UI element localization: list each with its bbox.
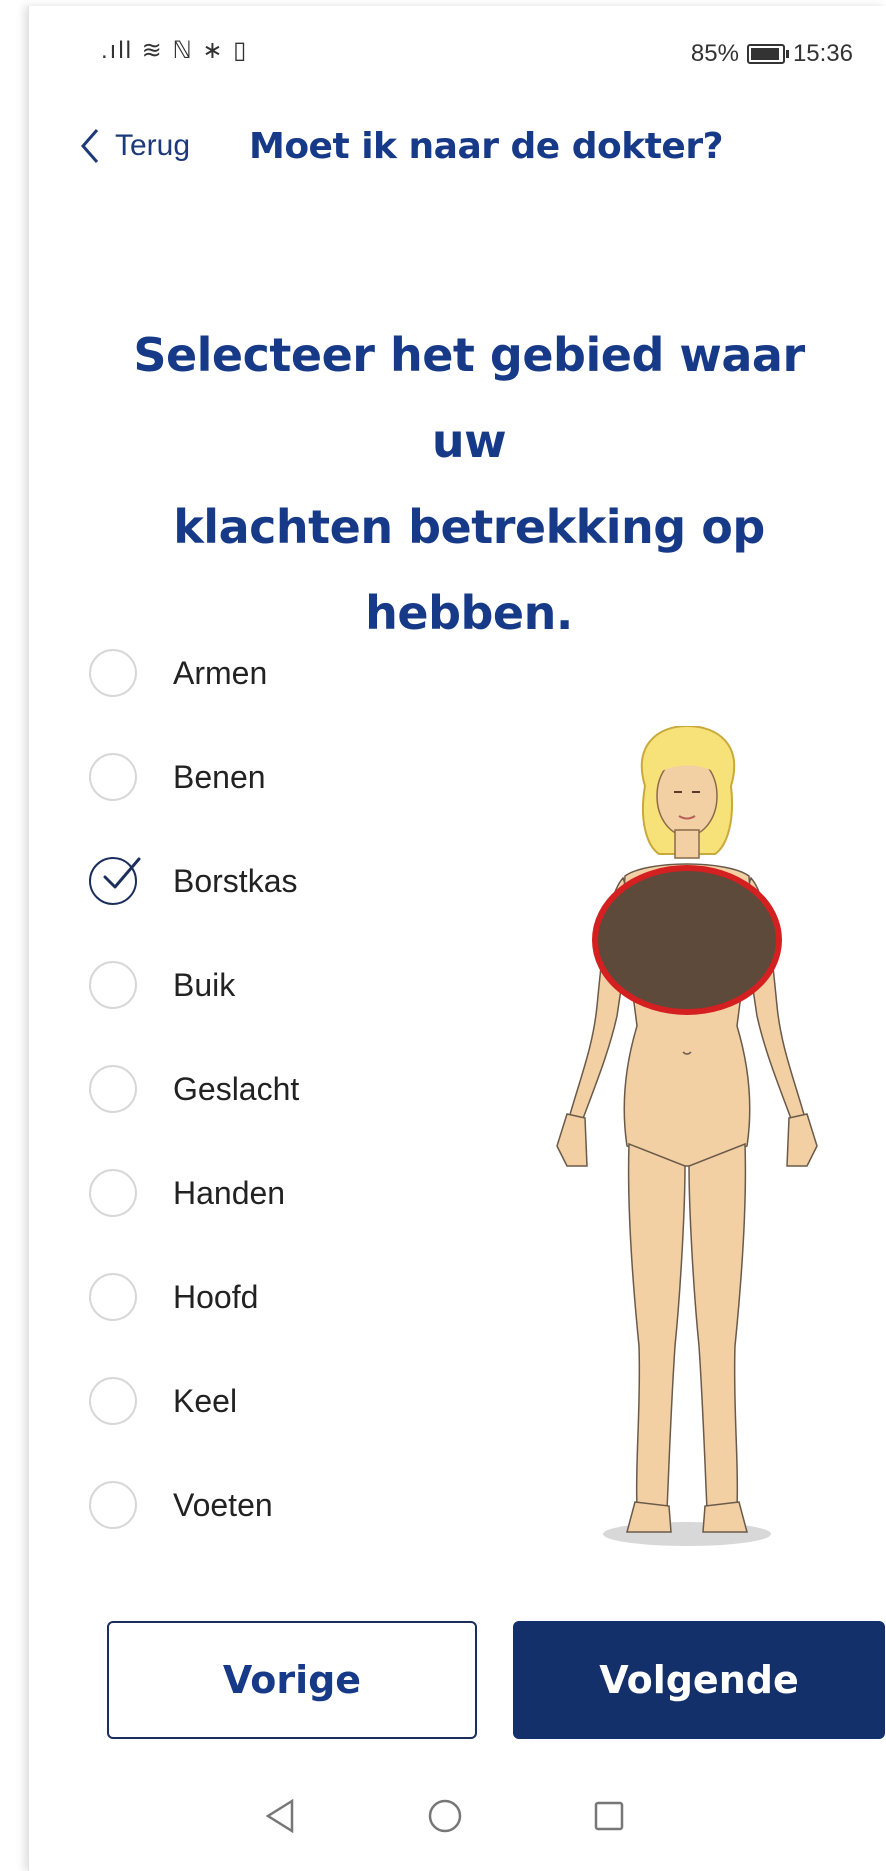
option-hoofd[interactable]: Hoofd	[89, 1245, 449, 1349]
left-foot	[626, 1501, 672, 1533]
option-label: Keel	[173, 1382, 238, 1419]
radio-button[interactable]	[89, 1065, 137, 1113]
option-label: Benen	[173, 758, 266, 795]
right-leg	[688, 1142, 747, 1511]
next-button[interactable]: Volgende	[513, 1621, 885, 1739]
option-label: Voeten	[173, 1486, 273, 1523]
triangle-back-icon[interactable]	[264, 1798, 296, 1834]
option-armen[interactable]: Armen	[89, 621, 449, 725]
radio-button-checked[interactable]	[89, 857, 141, 905]
left-leg	[627, 1142, 686, 1511]
square-recents-icon[interactable]	[593, 1800, 625, 1832]
body-figure[interactable]	[537, 726, 837, 1556]
radio-button[interactable]	[89, 649, 137, 697]
option-geslacht[interactable]: Geslacht	[89, 1037, 449, 1141]
option-label: Buik	[173, 966, 236, 1003]
question-heading: Selecteer het gebied waar uw klachten be…	[89, 312, 849, 656]
question-line-1: Selecteer het gebied waar uw	[133, 328, 805, 468]
circle-home-icon[interactable]	[427, 1798, 463, 1834]
clock: 15:36	[792, 40, 853, 67]
option-keel[interactable]: Keel	[89, 1349, 449, 1453]
option-label: Borstkas	[173, 862, 298, 899]
checkmark-icon	[103, 857, 141, 889]
status-right: 85% 15:36	[691, 40, 853, 68]
question-line-2: klachten betrekking op	[173, 500, 765, 554]
battery-icon	[746, 44, 789, 64]
option-label: Handen	[173, 1174, 286, 1211]
radio-button[interactable]	[89, 1273, 137, 1321]
radio-button[interactable]	[89, 753, 137, 801]
battery-percent: 85%	[690, 40, 739, 67]
option-label: Geslacht	[173, 1070, 300, 1107]
radio-button[interactable]	[89, 1481, 137, 1529]
app-screen: .ıll ≋ ℕ ∗ ▯ 85% 15:36 Terug Moet ik naa…	[28, 6, 886, 1871]
option-benen[interactable]: Benen	[89, 725, 449, 829]
option-voeten[interactable]: Voeten	[89, 1453, 449, 1557]
radio-button[interactable]	[89, 1169, 137, 1217]
body-area-options: Armen Benen Borstkas Buik Geslacht Hande…	[89, 621, 449, 1557]
radio-button[interactable]	[89, 1377, 137, 1425]
radio-button[interactable]	[89, 961, 137, 1009]
right-hand	[786, 1113, 818, 1167]
option-borstkas[interactable]: Borstkas	[89, 829, 449, 933]
option-label: Hoofd	[173, 1278, 259, 1315]
status-icons: .ıll ≋ ℕ ∗ ▯	[101, 37, 249, 64]
option-label: Armen	[173, 654, 268, 691]
page-title: Moet ik naar de dokter?	[249, 126, 723, 167]
back-button[interactable]: Terug	[79, 126, 190, 166]
back-label: Terug	[115, 129, 191, 162]
previous-button[interactable]: Vorige	[107, 1621, 477, 1739]
option-handen[interactable]: Handen	[89, 1141, 449, 1245]
chevron-left-icon	[81, 129, 99, 163]
neck	[674, 829, 700, 859]
chest-highlight[interactable]	[592, 865, 782, 1015]
right-foot	[702, 1501, 748, 1533]
left-hand	[556, 1113, 588, 1167]
option-buik[interactable]: Buik	[89, 933, 449, 1037]
